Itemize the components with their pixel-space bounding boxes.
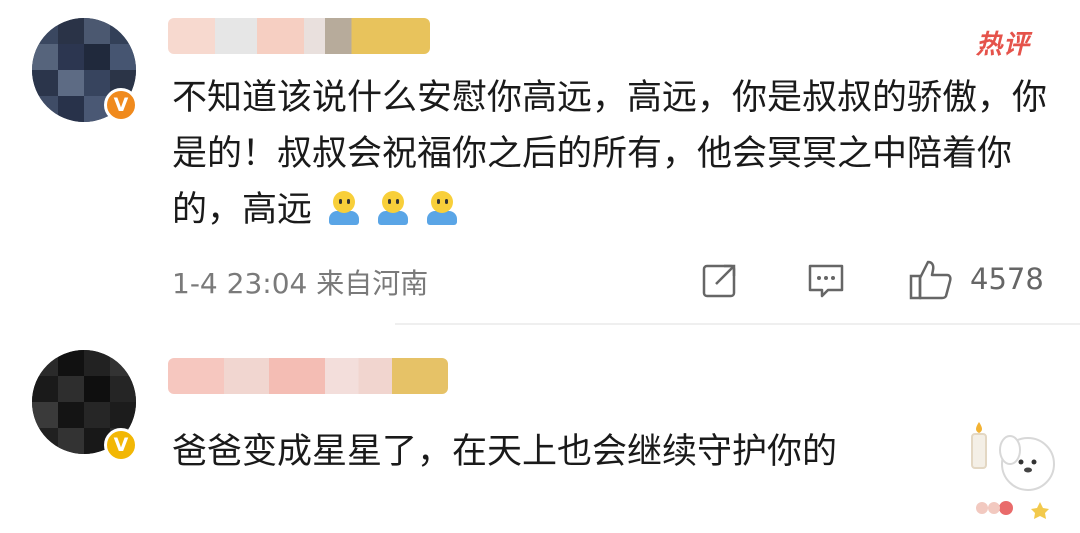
like-icon[interactable] [908, 258, 954, 302]
hot-comment-badge: 热评 [975, 30, 1030, 60]
comment-item: V 热评 不知道该说什么安慰你高远，高远，你是叔叔的骄傲，你是的！叔叔会祝福你之… [0, 0, 1080, 326]
emoji-icon [425, 191, 459, 225]
like-count: 4578 [970, 262, 1044, 296]
comment-item: V 爸爸变成星星了，在天上也会继续守护你的 [0, 326, 1080, 533]
username-blurred[interactable] [168, 18, 430, 54]
verified-badge-icon: V [104, 88, 138, 122]
emoji-icon [327, 191, 361, 225]
candle-dog-sticker-icon [971, 422, 1055, 519]
comment-meta: 1-4 23:04 来自河南 [172, 267, 429, 300]
divider [395, 323, 1080, 325]
verified-badge-icon: V [104, 428, 138, 462]
comment-text: 不知道该说什么安慰你高远，高远，你是叔叔的骄傲，你是的！叔叔会祝福你之后的所有，… [172, 70, 1052, 238]
comment-icon[interactable] [806, 258, 846, 302]
comment-text: 爸爸变成星星了，在天上也会继续守护你的 [172, 424, 992, 480]
emoji-icon [376, 191, 410, 225]
username-blurred[interactable] [168, 358, 448, 394]
comment-text-content: 不知道该说什么安慰你高远，高远，你是叔叔的骄傲，你是的！叔叔会祝福你之后的所有，… [172, 78, 1048, 230]
comment-text-content: 爸爸变成星星了，在天上也会继续守护你的 [172, 432, 838, 472]
share-icon[interactable] [700, 258, 740, 302]
